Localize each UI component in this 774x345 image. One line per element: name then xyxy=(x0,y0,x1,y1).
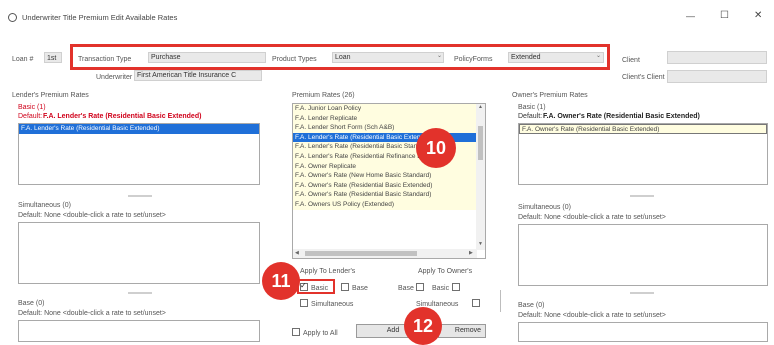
scroll-down-icon[interactable]: ▼ xyxy=(478,242,483,247)
close-icon[interactable]: ✕ xyxy=(754,11,762,21)
lender-simultaneous-label: Simultaneous (0) xyxy=(18,202,71,209)
list-item[interactable]: F.A. Owner's Rate (New Home Basic Standa… xyxy=(293,171,477,181)
lender-base-list[interactable] xyxy=(18,320,260,342)
apply-to-lenders-label: Apply To Lender's xyxy=(300,268,356,275)
step-badge-11: 11 xyxy=(262,262,300,300)
scroll-up-icon[interactable]: ▲ xyxy=(478,105,483,110)
underwriter-label: Underwriter xyxy=(96,74,133,81)
loan-field[interactable]: 1st xyxy=(44,52,62,63)
splitter-handle[interactable] xyxy=(630,195,654,197)
owner-basic-default-prefix: Default: xyxy=(518,113,543,120)
owner-simultaneous-default: Default: None <double-click a rate to se… xyxy=(518,214,666,221)
lender-base-label: Base (0) xyxy=(18,300,45,307)
lender-rates-title: Lender's Premium Rates xyxy=(12,92,89,99)
premium-rates-title: Premium Rates (26) xyxy=(292,92,355,99)
premium-rates-list[interactable]: F.A. Junior Loan Policy F.A. Lender Repl… xyxy=(292,103,486,259)
owner-basic-default: F.A. Owner's Rate (Residential Basic Ext… xyxy=(543,113,700,120)
owner-basic-checkbox-label: Basic xyxy=(432,285,450,292)
client-label: Client xyxy=(622,57,640,64)
list-item[interactable]: F.A. Owners US Policy (Extended) xyxy=(293,199,477,210)
lender-base-checkbox[interactable] xyxy=(341,283,349,291)
lender-simultaneous-default: Default: None <double-click a rate to se… xyxy=(18,212,166,219)
owner-simultaneous-list[interactable] xyxy=(518,224,768,286)
scrollbar-thumb[interactable] xyxy=(305,251,417,256)
apply-to-all-checkbox[interactable] xyxy=(292,328,300,336)
clients-client-field[interactable] xyxy=(667,70,767,83)
owner-basic-list[interactable]: F.A. Owner's Rate (Residential Basic Ext… xyxy=(518,123,768,185)
lender-basic-label: Basic (1) xyxy=(18,104,46,111)
underwriter-field[interactable]: First American Title Insurance C xyxy=(134,70,262,81)
lender-basic-default: F.A. Lender's Rate (Residential Basic Ex… xyxy=(43,113,202,120)
step-badge-12: 12 xyxy=(404,307,442,345)
window-title: Underwriter Title Premium Edit Available… xyxy=(22,13,178,22)
owner-basic-label: Basic (1) xyxy=(518,104,546,111)
list-item[interactable]: F.A. Lender Short Form (Sch A&B) xyxy=(293,123,477,133)
horizontal-scrollbar[interactable]: ◀ ▶ xyxy=(293,249,477,258)
loan-label: Loan # xyxy=(12,56,34,63)
filter-highlight-box xyxy=(70,44,610,70)
apply-to-all-label: Apply to All xyxy=(303,330,338,337)
client-field[interactable] xyxy=(667,51,767,64)
splitter-handle[interactable] xyxy=(128,195,152,197)
basic-checkbox-highlight xyxy=(297,279,335,294)
scrollbar-thumb[interactable] xyxy=(478,126,483,160)
lender-base-default: Default: None <double-click a rate to se… xyxy=(18,310,166,317)
vertical-scrollbar[interactable]: ▲ ▼ xyxy=(476,104,485,250)
owner-base-label: Base (0) xyxy=(518,302,545,309)
maximize-icon[interactable]: ☐ xyxy=(720,11,729,21)
owner-base-list[interactable] xyxy=(518,322,768,342)
title-bar: Underwriter Title Premium Edit Available… xyxy=(0,0,774,32)
app-icon xyxy=(8,13,17,22)
splitter-handle[interactable] xyxy=(128,292,152,294)
clients-client-label: Client's Client xyxy=(622,74,665,81)
lender-basic-list[interactable]: F.A. Lender's Rate (Residential Basic Ex… xyxy=(18,123,260,185)
lender-basic-default-prefix: Default: xyxy=(18,113,43,120)
list-item[interactable]: F.A. Junior Loan Policy xyxy=(293,104,477,114)
lender-base-checkbox-label: Base xyxy=(352,285,368,292)
list-item[interactable]: F.A. Owner's Rate (Residential Basic Ext… xyxy=(519,124,767,134)
scroll-right-icon[interactable]: ▶ xyxy=(469,251,473,256)
owner-base-checkbox[interactable] xyxy=(416,283,424,291)
minimize-icon[interactable]: — xyxy=(686,12,695,21)
owner-base-checkbox-label: Base xyxy=(398,285,414,292)
splitter-handle[interactable] xyxy=(630,292,654,294)
lender-simultaneous-checkbox[interactable] xyxy=(300,299,308,307)
owner-rates-title: Owner's Premium Rates xyxy=(512,92,588,99)
list-item[interactable]: F.A. Lender's Rate (Residential Basic Ex… xyxy=(19,124,259,134)
step-badge-10: 10 xyxy=(416,128,456,168)
owner-simultaneous-checkbox[interactable] xyxy=(472,299,480,307)
list-item[interactable]: F.A. Owner's Rate (Residential Basic Ext… xyxy=(293,180,477,191)
owner-base-default: Default: None <double-click a rate to se… xyxy=(518,312,666,319)
scroll-left-icon[interactable]: ◀ xyxy=(295,251,299,256)
lender-simultaneous-list[interactable] xyxy=(18,222,260,284)
remove-button[interactable]: Remove xyxy=(438,324,486,338)
lender-simultaneous-checkbox-label: Simultaneous xyxy=(311,301,354,308)
list-item[interactable]: F.A. Lender Replicate xyxy=(293,113,477,124)
vertical-divider xyxy=(500,290,501,312)
owner-basic-checkbox[interactable] xyxy=(452,283,460,291)
list-item[interactable]: F.A. Owner Replicate xyxy=(293,161,477,172)
owner-simultaneous-label: Simultaneous (0) xyxy=(518,204,571,211)
list-item[interactable]: F.A. Owner's Rate (Residential Basic Sta… xyxy=(293,190,477,200)
apply-to-owners-label: Apply To Owner's xyxy=(418,268,473,275)
